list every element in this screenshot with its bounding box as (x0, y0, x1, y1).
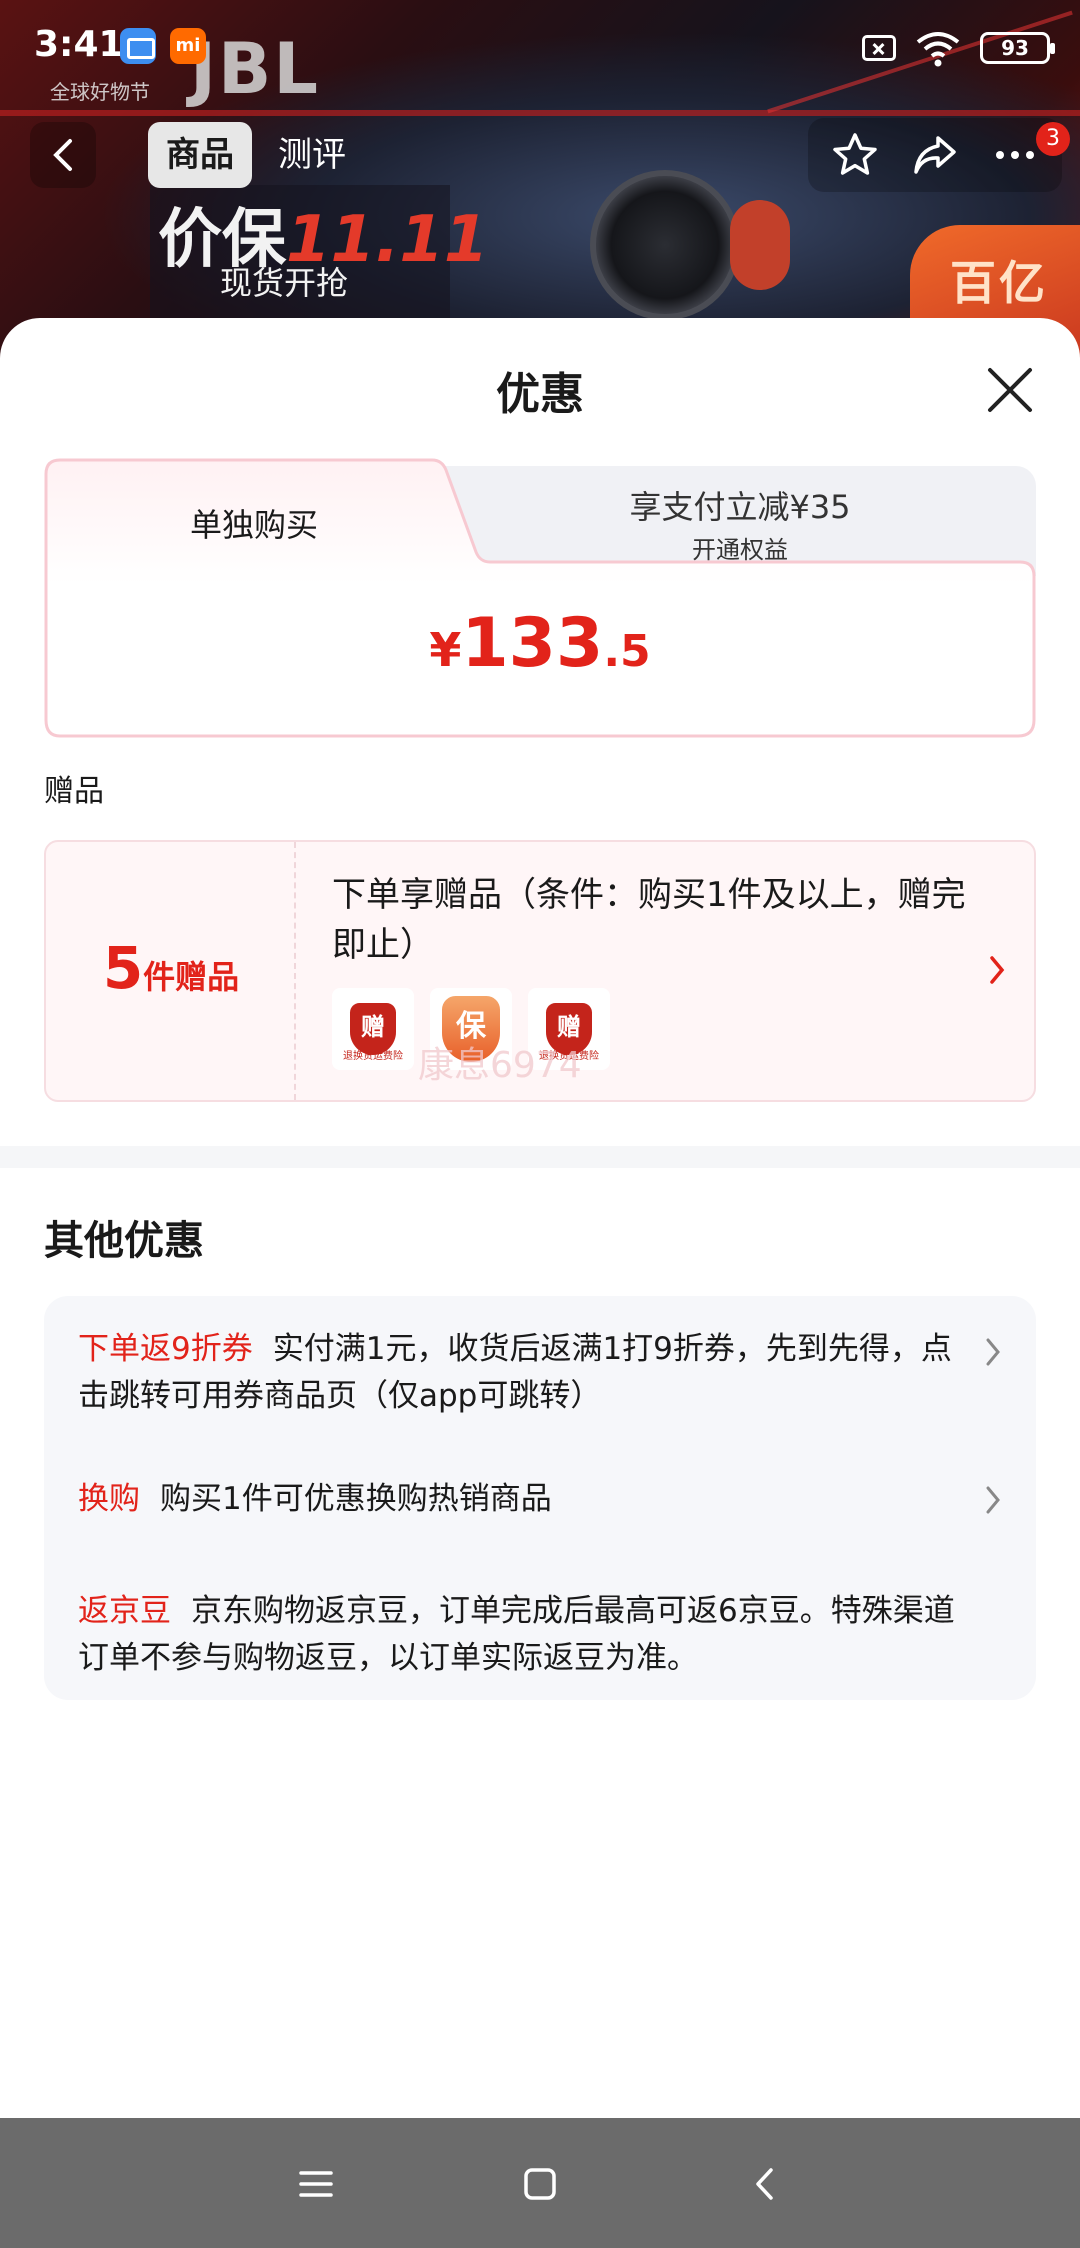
chevron-right-icon[interactable] (982, 1332, 1006, 1372)
discount-sheet: 优惠 享支付立减¥35 开通权益 单独购买 ¥133.5 赠品 5件赠品 下单享… (0, 318, 1080, 2118)
offer-jingdou-row: 返京豆 京东购物返京豆，订单完成后最高可返6京豆。特殊渠道订单不参与购物返豆，以订… (78, 1588, 958, 1682)
system-nav-bar (0, 2118, 1080, 2248)
home-button[interactable] (510, 2154, 570, 2214)
mail-app-icon (120, 28, 156, 64)
other-offers-list: 下单返9折券 实付满1元，收货后返满1打9折券，先到先得，点击跳转可用券商品页（仅… (44, 1296, 1036, 1700)
gift-count-number: 5 (102, 934, 144, 1002)
status-bar: 3:41 mi 93 (0, 0, 1080, 92)
price-decimal: .5 (603, 626, 651, 677)
gift-count-unit: 件赠品 (143, 958, 240, 996)
back-button[interactable] (30, 122, 96, 188)
other-offers-title: 其他优惠 (44, 1218, 204, 1264)
offer-text: 购买1件可优惠换购热销商品 (160, 1481, 552, 1517)
gifts-label: 赠品 (44, 774, 104, 809)
battery-icon: 93 (980, 32, 1055, 64)
product-tabs: 商品 测评 (148, 122, 364, 188)
menu-icon (299, 2171, 333, 2197)
back-nav-icon (756, 2168, 773, 2200)
status-icons: 93 (862, 28, 1055, 68)
promo-subtitle: 现货开抢 (220, 264, 349, 302)
gift-caption: 退换货运费险 (343, 1051, 403, 1062)
back-icon (53, 139, 72, 171)
share-icon (914, 136, 956, 174)
sheet-title: 优惠 (496, 369, 584, 420)
earbud-image (590, 170, 740, 320)
watermark: 康息6974 (418, 1045, 582, 1086)
price-integer: 133 (461, 604, 604, 683)
product-actions (808, 118, 1062, 192)
price-card: 享支付立减¥35 开通权益 单独购买 ¥133.5 (44, 458, 1036, 738)
gift-insurance-icon: 赠 退换货运费险 (332, 988, 414, 1070)
corner-badge-label: 百亿 (950, 256, 1048, 310)
price-currency: ¥ (429, 623, 462, 677)
close-icon (988, 368, 1032, 412)
status-time: 3:41 (34, 24, 124, 65)
tab-single-purchase[interactable]: 单独购买 (44, 500, 464, 546)
offer-coupon-row[interactable]: 下单返9折券 实付满1元，收货后返满1打9折券，先到先得，点击跳转可用券商品页（仅… (78, 1326, 958, 1420)
chevron-right-icon (990, 956, 1005, 984)
offer-tag: 换购 (78, 1481, 140, 1517)
offer-exchange-row[interactable]: 换购 购买1件可优惠换购热销商品 (78, 1476, 958, 1523)
chevron-right-icon[interactable] (982, 1480, 1006, 1520)
favorite-button[interactable] (818, 118, 892, 192)
tab-review[interactable]: 测评 (260, 122, 364, 188)
gift-count-panel: 5件赠品 (46, 842, 296, 1100)
close-button[interactable] (980, 360, 1040, 420)
menu-button[interactable] (286, 2154, 346, 2214)
offer-tag: 下单返9折券 (78, 1331, 253, 1367)
message-count-badge: 3 (1036, 122, 1070, 156)
offer-text: 京东购物返京豆，订单完成后最高可返6京豆。特殊渠道订单不参与购物返豆，以订单实际… (78, 1593, 955, 1676)
share-button[interactable] (898, 118, 972, 192)
price-display: ¥133.5 (44, 604, 1036, 683)
home-icon (524, 2168, 556, 2200)
no-sim-icon (862, 35, 896, 61)
earbud-tip-image (730, 200, 790, 290)
tab-product[interactable]: 商品 (148, 122, 252, 188)
system-back-button[interactable] (736, 2154, 796, 2214)
gift-count: 5件赠品 (46, 934, 296, 1002)
gift-description: 下单享赠品（条件：购买1件及以上，赠完即止） (332, 875, 966, 965)
banner-stripe (0, 110, 1080, 116)
mi-app-icon: mi (170, 28, 206, 64)
wifi-icon (916, 32, 960, 67)
star-icon (833, 133, 877, 175)
more-icon (996, 151, 1034, 159)
offer-tag: 返京豆 (78, 1593, 171, 1629)
section-divider (0, 1146, 1080, 1168)
